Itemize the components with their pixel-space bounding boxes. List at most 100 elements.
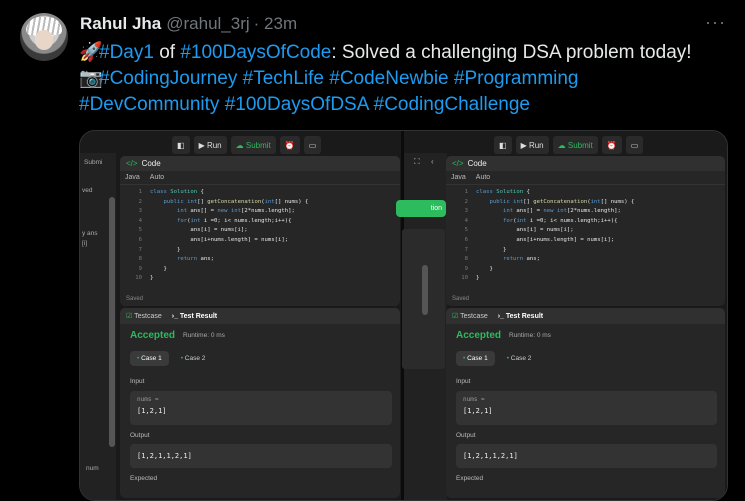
case-1-tab[interactable]: • Case 1 bbox=[456, 351, 495, 366]
code-line[interactable]: 9 } bbox=[446, 265, 725, 275]
result-tabs: ☑ Testcase ›_ Test Result bbox=[446, 308, 725, 324]
code-line[interactable]: 1 class Solution { bbox=[120, 188, 400, 198]
status-accepted: Accepted bbox=[456, 330, 502, 341]
tab-test-result[interactable]: ›_ Test Result bbox=[498, 313, 543, 320]
post-time[interactable]: · 23m bbox=[254, 14, 297, 33]
case-1-tab[interactable]: • Case 1 bbox=[130, 351, 169, 366]
notes-icon[interactable]: ▭ bbox=[625, 136, 644, 154]
output-box: [1,2,1,1,2,1] bbox=[130, 444, 392, 468]
case-2-tab[interactable]: • Case 2 bbox=[174, 351, 213, 366]
line-number: 5 bbox=[138, 227, 142, 234]
author-name[interactable]: Rahul Jha bbox=[80, 14, 161, 33]
hashtags-line3[interactable]: #DevCommunity #100DaysOfDSA #CodingChall… bbox=[79, 94, 530, 115]
expected-label: Expected bbox=[130, 475, 158, 482]
code-line[interactable]: 10} bbox=[446, 274, 725, 284]
camera-icon: 📷 bbox=[79, 68, 103, 89]
code-editor[interactable]: </> Code Java Auto 1 class Solution {2 publ… bbox=[120, 156, 400, 306]
code-line[interactable]: 8 return ans; bbox=[446, 255, 725, 265]
timer-icon[interactable]: ⏰ bbox=[279, 136, 300, 154]
avatar[interactable] bbox=[20, 13, 68, 61]
strip-submit: Submi bbox=[84, 159, 103, 166]
line-number: 7 bbox=[464, 246, 468, 253]
line-number: 2 bbox=[464, 198, 468, 205]
timer-icon[interactable]: ⏰ bbox=[601, 136, 622, 154]
collapse-icon[interactable]: ‹ bbox=[431, 157, 434, 166]
code-line[interactable]: 4 for(int i =0; i< nums.length;i++){ bbox=[446, 217, 725, 227]
input-value: [1,2,1] bbox=[137, 407, 167, 415]
strip-num: num bbox=[86, 465, 99, 472]
submit-button[interactable]: ☁ Submit bbox=[230, 136, 276, 154]
runtime-label: Runtime: 0 ms bbox=[183, 332, 225, 339]
test-result-panel: ☑ Testcase ›_ Test Result Accepted Runtim… bbox=[120, 308, 400, 498]
code-text: } bbox=[476, 265, 493, 272]
code-tab[interactable]: </> Code bbox=[446, 156, 725, 171]
submit-button[interactable]: ☁ Submit bbox=[552, 136, 598, 154]
strip-ans: y ans bbox=[82, 230, 98, 237]
hashtags-line2[interactable]: #CodingJourney #TechLife #CodeNewbie #Pr… bbox=[99, 68, 579, 89]
code-line[interactable]: 8 return ans; bbox=[120, 255, 400, 265]
solution-button-label: tion bbox=[430, 205, 442, 212]
code-line[interactable]: 1 class Solution { bbox=[446, 188, 725, 198]
line-number: 1 bbox=[464, 189, 468, 195]
input-label: Input bbox=[130, 378, 145, 385]
line-number: 6 bbox=[464, 236, 468, 243]
submit-label: Submit bbox=[567, 140, 593, 150]
language-select[interactable]: Java bbox=[125, 174, 140, 181]
post-text-main: : Solved a challenging DSA problem today… bbox=[331, 42, 692, 63]
post-media-image[interactable]: ◧ ▶ Run ☁ Submit ⏰ ▭ Submi ved y ans [i]… bbox=[79, 130, 728, 501]
auto-label[interactable]: Auto bbox=[476, 174, 490, 181]
tab-testcase-label: Testcase bbox=[460, 313, 488, 320]
case-tabs: • Case 1 • Case 2 bbox=[130, 351, 212, 366]
notes-icon[interactable]: ▭ bbox=[303, 136, 322, 154]
auto-label[interactable]: Auto bbox=[150, 174, 164, 181]
tab-testcase-label: Testcase bbox=[134, 313, 162, 320]
code-line[interactable]: 10} bbox=[120, 274, 400, 284]
code-line[interactable]: 5 ans[i] = nums[i]; bbox=[120, 226, 400, 236]
more-options-icon[interactable]: ··· bbox=[705, 12, 726, 33]
output-box: [1,2,1,1,2,1] bbox=[456, 444, 717, 468]
author-handle[interactable]: @rahul_3rj bbox=[166, 14, 249, 33]
case-2-tab[interactable]: • Case 2 bbox=[500, 351, 539, 366]
expand-icon[interactable]: ⛶ bbox=[414, 157, 420, 167]
code-editor[interactable]: </> Code Java Auto 1 class Solution {2 publ… bbox=[446, 156, 725, 306]
code-line[interactable]: 9 } bbox=[120, 265, 400, 275]
code-line[interactable]: 6 ans[i+nums.length] = nums[i]; bbox=[446, 236, 725, 246]
code-line[interactable]: 2 public int[] getConcatenation(int[] nu… bbox=[120, 198, 400, 208]
output-value: [1,2,1,1,2,1] bbox=[463, 452, 518, 460]
solution-button[interactable]: tion bbox=[396, 200, 446, 217]
tab-testcase[interactable]: ☑ Testcase bbox=[126, 312, 162, 320]
tab-testcase[interactable]: ☑ Testcase bbox=[452, 312, 488, 320]
code-line[interactable]: 3 int ans[] = new int[2*nums.length]; bbox=[446, 207, 725, 217]
problem-panel-edge: Submi ved y ans [i] num bbox=[80, 153, 116, 500]
case-2-label: Case 2 bbox=[510, 355, 532, 362]
hashtag-day1[interactable]: #Day1 bbox=[99, 42, 154, 63]
code-line[interactable]: 6 ans[i+nums.length] = nums[i]; bbox=[120, 236, 400, 246]
output-label: Output bbox=[456, 432, 476, 439]
submit-label: Submit bbox=[245, 140, 271, 150]
scrollbar[interactable] bbox=[422, 265, 428, 315]
code-line[interactable]: 2 public int[] getConcatenation(int[] nu… bbox=[446, 198, 725, 208]
code-tab[interactable]: </> Code bbox=[120, 156, 400, 171]
line-number: 3 bbox=[138, 208, 142, 215]
run-button[interactable]: ▶ Run bbox=[193, 136, 227, 154]
code-line[interactable]: 5 ans[i] = nums[i]; bbox=[446, 226, 725, 236]
code-lines: 1 class Solution {2 public int[] getConca… bbox=[120, 185, 400, 284]
code-line[interactable]: 3 int ans[] = new int[2*nums.length]; bbox=[120, 207, 400, 217]
hashtag-100daysofcode[interactable]: #100DaysOfCode bbox=[180, 42, 331, 63]
debug-icon[interactable]: ◧ bbox=[494, 136, 512, 154]
tab-test-result[interactable]: ›_ Test Result bbox=[172, 313, 217, 320]
line-number: 3 bbox=[464, 208, 468, 215]
debug-icon[interactable]: ◧ bbox=[172, 136, 190, 154]
scrollbar[interactable] bbox=[109, 197, 115, 447]
code-line[interactable]: 7 } bbox=[120, 246, 400, 256]
run-button[interactable]: ▶ Run bbox=[515, 136, 549, 154]
code-text: ans[i+nums.length] = nums[i]; bbox=[150, 236, 289, 243]
code-line[interactable]: 4 for(int i =0; i< nums.length;i++){ bbox=[120, 217, 400, 227]
code-line[interactable]: 7 } bbox=[446, 246, 725, 256]
saved-label: Saved bbox=[452, 296, 470, 302]
language-select[interactable]: Java bbox=[451, 174, 466, 181]
run-label: Run bbox=[528, 140, 544, 150]
post-text: 🚀#Day1 of #100DaysOfCode: Solved a chall… bbox=[79, 40, 729, 118]
screenshot-right: ◧ ▶ Run ☁ Submit ⏰ ▭ ⛶ ‹ tion </> Code Ja… bbox=[396, 131, 727, 500]
line-number: 2 bbox=[138, 198, 142, 205]
